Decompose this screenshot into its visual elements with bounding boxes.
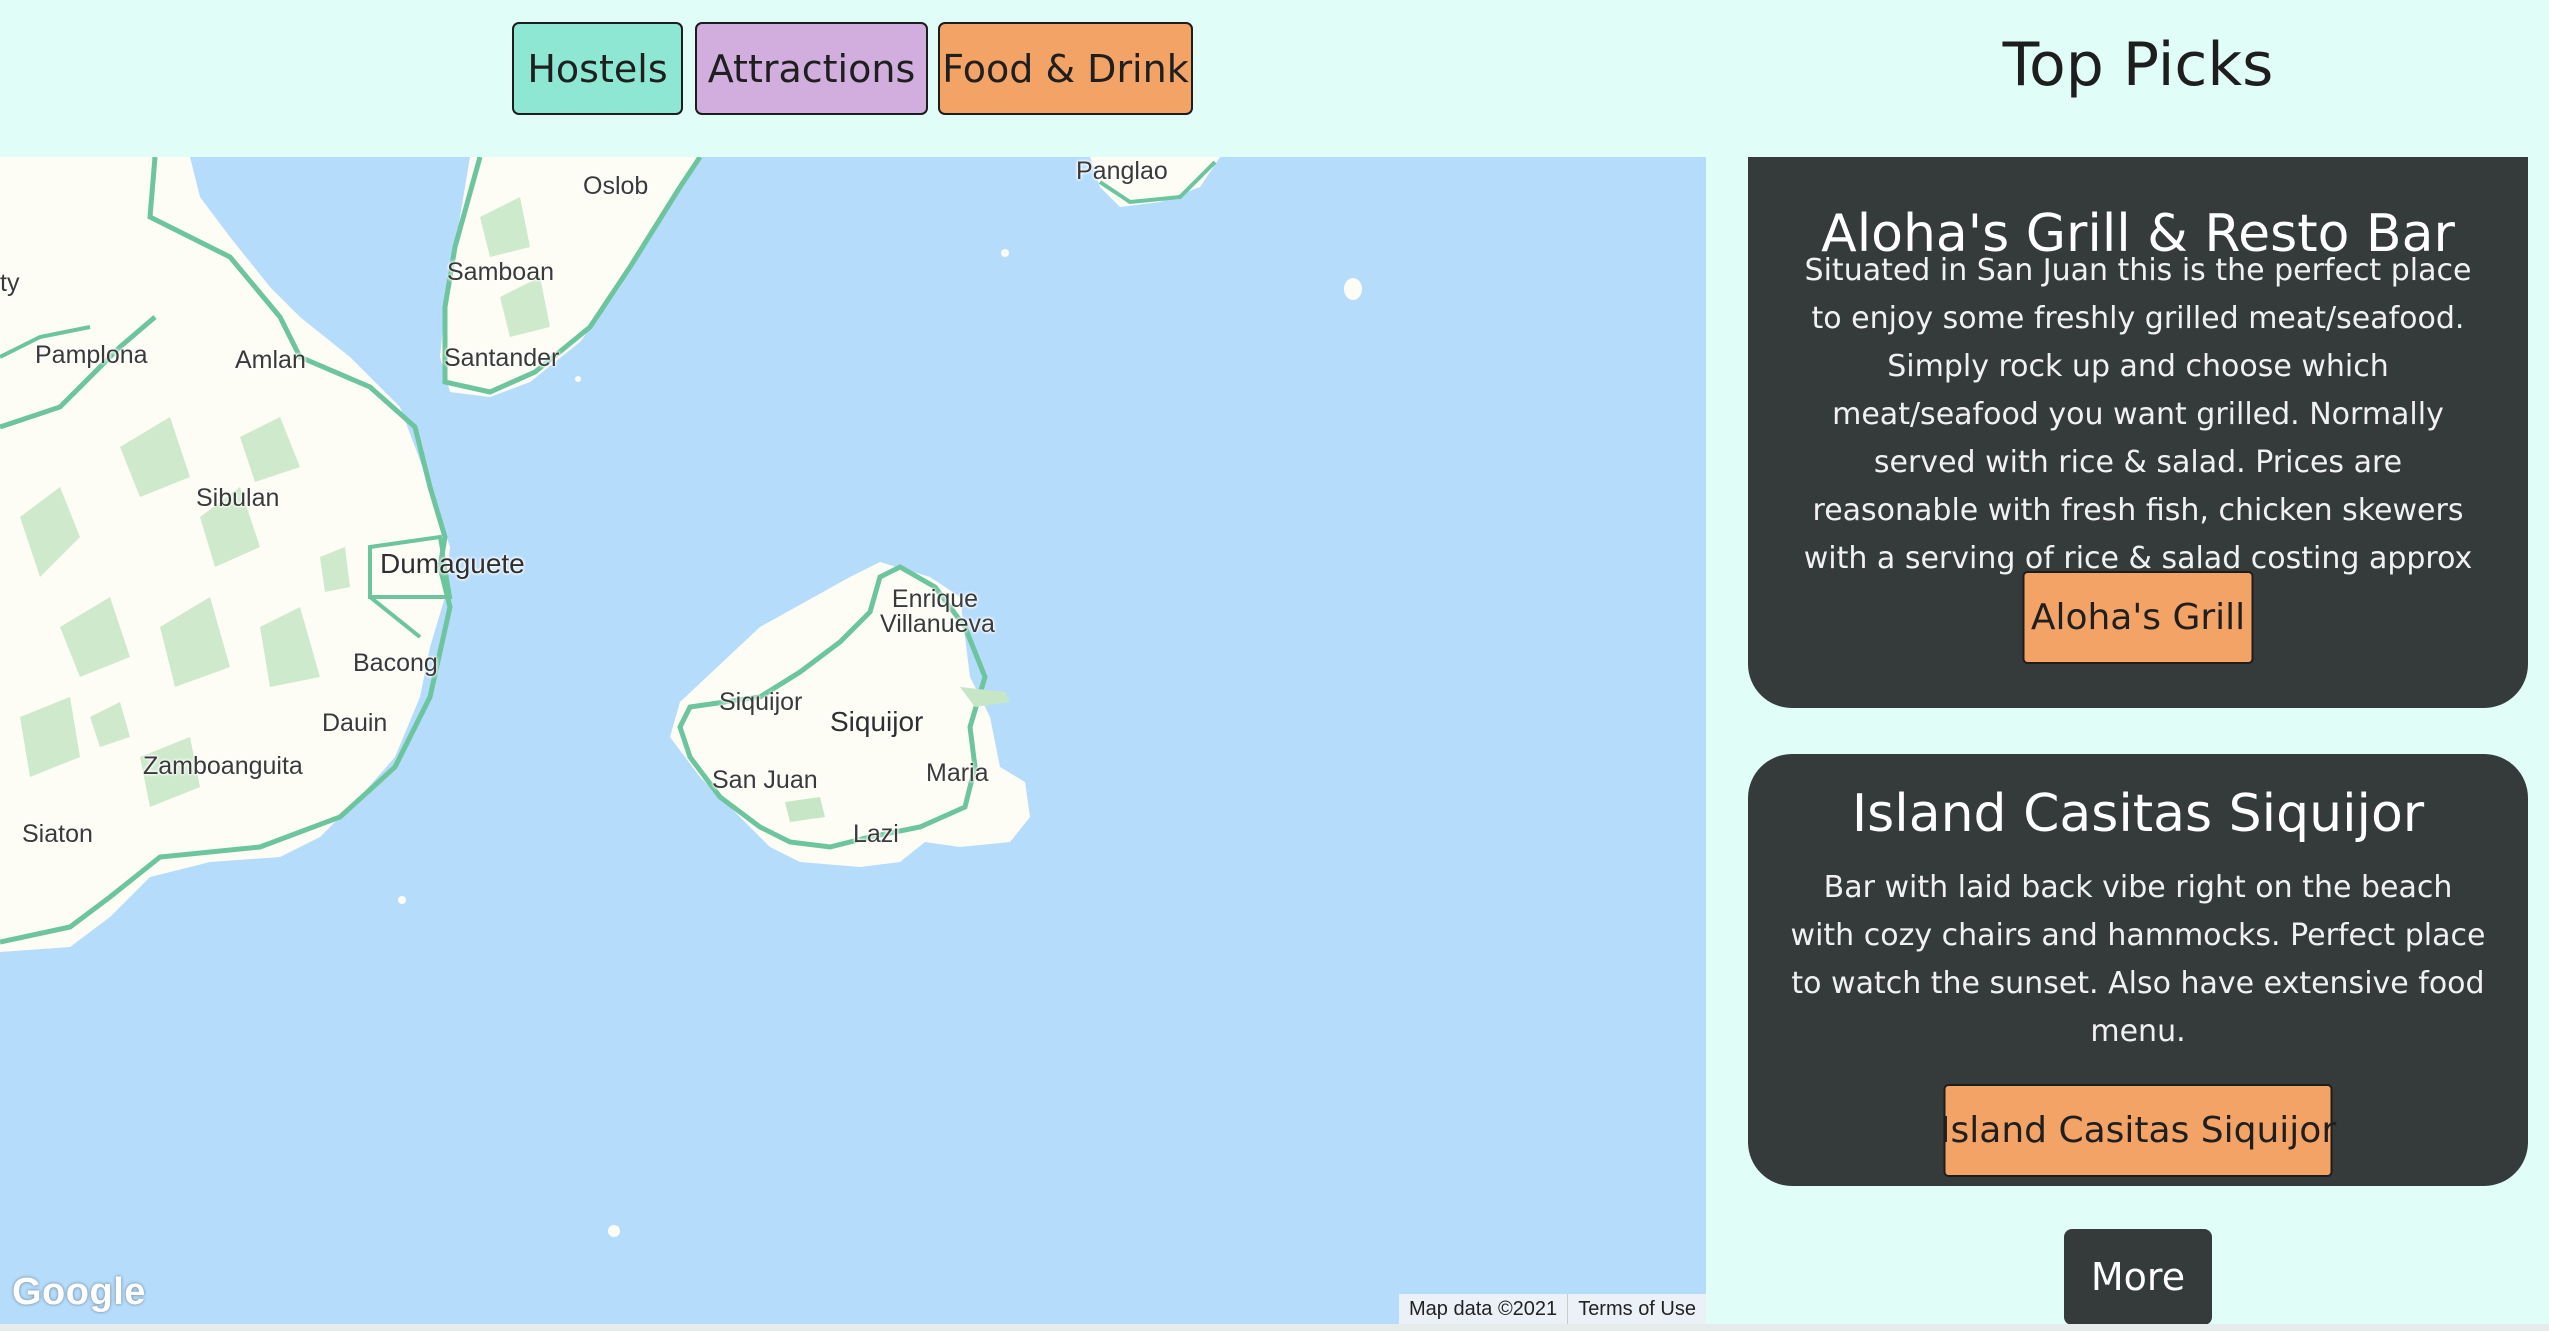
hostels-button[interactable]: Hostels	[512, 22, 683, 115]
bottom-divider	[0, 1324, 2549, 1331]
card-description: Bar with laid back vibe right on the bea…	[1790, 870, 2486, 1049]
map-label-panglao: Panglao	[1076, 157, 1168, 185]
food-drink-button[interactable]: Food & Drink	[938, 22, 1193, 115]
map-label-zamboanguita: Zamboanguita	[143, 752, 303, 780]
map-label-pamplona: Pamplona	[35, 341, 148, 369]
place-card: Aloha's Grill & Resto Bar Situated in Sa…	[1748, 157, 2528, 708]
cards-list[interactable]: Aloha's Grill & Resto Bar Situated in Sa…	[1748, 157, 2528, 1217]
map-label-dumaguete: Dumaguete	[380, 548, 525, 579]
map-data-text: Map data ©2021	[1399, 1294, 1568, 1324]
map-label-amlan: Amlan	[235, 346, 306, 374]
map-label-oslob: Oslob	[583, 172, 649, 200]
google-logo[interactable]: Google	[12, 1271, 146, 1314]
top-picks-title: Top Picks	[2002, 30, 2274, 100]
attractions-button[interactable]: Attractions	[695, 22, 928, 115]
map-label-maria: Maria	[926, 759, 989, 787]
alohas-grill-button[interactable]: Aloha's Grill	[2022, 571, 2254, 664]
map-label-dauin: Dauin	[322, 709, 388, 737]
map-attribution: Map data ©2021 Terms of Use	[1399, 1294, 1706, 1324]
map-label-san-juan: San Juan	[712, 766, 818, 794]
map-label-samboan: Samboan	[447, 258, 555, 286]
map[interactable]: Oslob Panglao Samboan Santander Pamplona…	[0, 157, 1706, 1324]
map-label-bacong: Bacong	[353, 649, 438, 677]
map-label-partial: ty	[0, 269, 20, 297]
map-canvas[interactable]	[0, 157, 1706, 1324]
terms-of-use-link[interactable]: Terms of Use	[1567, 1294, 1706, 1324]
map-label-siquijor-province: Siquijor	[830, 706, 924, 737]
card-title: Island Casitas Siquijor	[1851, 784, 2425, 844]
map-label-sibulan: Sibulan	[196, 484, 280, 512]
map-label-siquijor-town: Siquijor	[719, 688, 803, 716]
map-label-santander: Santander	[444, 344, 560, 372]
map-label-enrique-villanueva: Enrique Villanueva	[880, 585, 995, 638]
more-button[interactable]: More	[2064, 1229, 2212, 1325]
island-casitas-button[interactable]: Island Casitas Siquijor	[1940, 1084, 2336, 1177]
map-label-lazi: Lazi	[853, 820, 899, 848]
map-label-siaton: Siaton	[22, 820, 93, 848]
place-card: Island Casitas Siquijor Bar with laid ba…	[1748, 754, 2528, 1186]
